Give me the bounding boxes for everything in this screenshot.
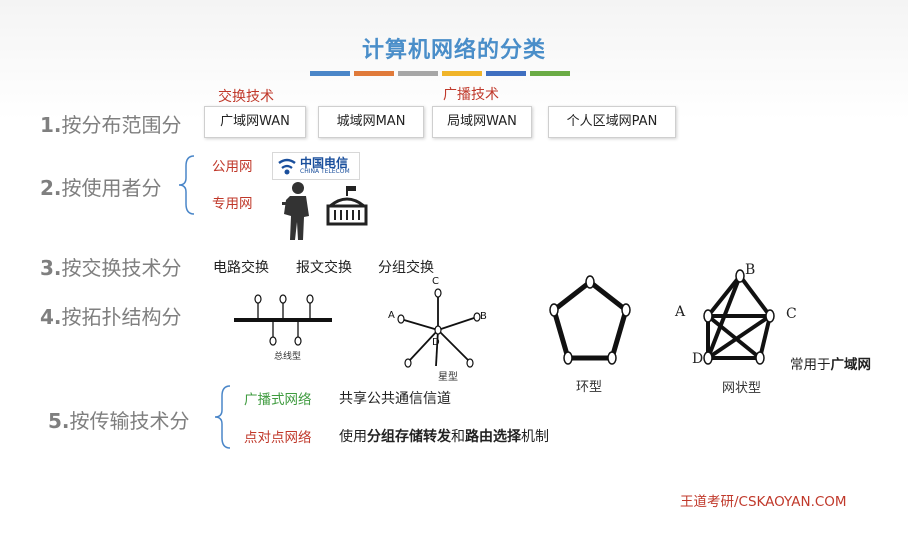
broadcast-network-desc: 共享公共通信信道 — [339, 391, 451, 407]
row-title: 按传输技术分 — [69, 409, 190, 433]
row-number: 2. — [40, 176, 62, 200]
mesh-node-label: B — [745, 262, 756, 278]
row-number: 4. — [40, 305, 62, 329]
star-node-label: D — [432, 337, 440, 348]
p2p-desc-text: 使用 — [339, 429, 367, 445]
annot-switching: 交换技术 — [218, 89, 274, 105]
accent-bar — [398, 71, 438, 76]
packet-switching: 分组交换 — [378, 260, 434, 276]
p2p-network-desc: 使用分组存储转发和路由选择机制 — [339, 426, 549, 446]
star-node-label: C — [432, 276, 439, 287]
annot-broadcast: 广播技术 — [443, 87, 499, 103]
china-telecom-logo: 中国电信 CHINA TELECOM — [272, 152, 360, 180]
accent-bar — [486, 71, 526, 76]
page-title: 计算机网络的分类 — [361, 38, 546, 63]
p2p-desc-bold: 路由选择 — [465, 429, 521, 445]
row-title: 按拓扑结构分 — [61, 305, 182, 329]
accent-bar — [530, 71, 570, 76]
man-box: 城域网MAN — [318, 106, 424, 138]
circuit-switching: 电路交换 — [213, 260, 269, 276]
p2p-desc-text: 和 — [451, 429, 465, 445]
row-title: 按分布范围分 — [61, 113, 182, 137]
star-topology-diagram — [397, 288, 481, 368]
mesh-note-prefix: 常用于 — [790, 357, 831, 373]
telecom-name-en: CHINA TELECOM — [300, 168, 350, 175]
slide: 计算机网络的分类 1.按分布范围分 交换技术 广播技术 广域网WAN 城域网MA… — [0, 0, 908, 538]
accent-bars — [310, 71, 570, 76]
row-transmission-label: 5.按传输技术分 — [48, 405, 190, 434]
government-building-icon — [326, 186, 368, 226]
pan-box: 个人区域网PAN — [548, 106, 676, 138]
brace-icon — [214, 385, 231, 449]
row-title: 按交换技术分 — [61, 256, 182, 280]
private-net-label: 专用网 — [212, 196, 253, 212]
public-net-label: 公用网 — [212, 159, 253, 175]
bus-caption: 总线型 — [274, 352, 302, 362]
row-user-label: 2.按使用者分 — [40, 172, 162, 201]
soldier-icon — [282, 182, 309, 240]
telecom-icon — [278, 158, 296, 175]
ring-caption: 环型 — [576, 380, 603, 395]
row-title: 按使用者分 — [61, 176, 162, 200]
row-number: 3. — [40, 256, 62, 280]
row-number: 5. — [48, 409, 70, 433]
mesh-note-bold: 广域网 — [830, 357, 872, 373]
mesh-node-label: A — [675, 304, 686, 320]
row-scope-label: 1.按分布范围分 — [40, 109, 182, 138]
broadcast-network-label: 广播式网络 — [244, 392, 312, 408]
mesh-caption: 网状型 — [722, 381, 762, 396]
p2p-desc-bold: 分组存储转发 — [367, 429, 451, 445]
ring-topology-diagram — [549, 275, 631, 365]
mesh-note: 常用于广域网 — [790, 353, 871, 373]
row-number: 1. — [40, 113, 62, 137]
row-switching-label: 3.按交换技术分 — [40, 252, 182, 281]
brace-icon — [178, 155, 195, 215]
star-caption: 星型 — [438, 372, 458, 383]
p2p-desc-text: 机制 — [521, 429, 549, 445]
star-node-label: B — [480, 311, 487, 322]
footer-brand: 王道考研/CSKAOYAN.COM — [680, 494, 847, 510]
mesh-node-label: C — [786, 306, 797, 322]
lan-box: 局域网WAN — [432, 106, 532, 138]
message-switching: 报文交换 — [296, 260, 352, 276]
star-node-label: A — [388, 310, 395, 321]
row-topology-label: 4.按拓扑结构分 — [40, 301, 182, 330]
mesh-node-label: D — [692, 351, 704, 367]
accent-bar — [442, 71, 482, 76]
wan-box: 广域网WAN — [204, 106, 306, 138]
accent-bar — [310, 71, 350, 76]
p2p-network-label: 点对点网络 — [244, 430, 312, 446]
accent-bar — [354, 71, 394, 76]
